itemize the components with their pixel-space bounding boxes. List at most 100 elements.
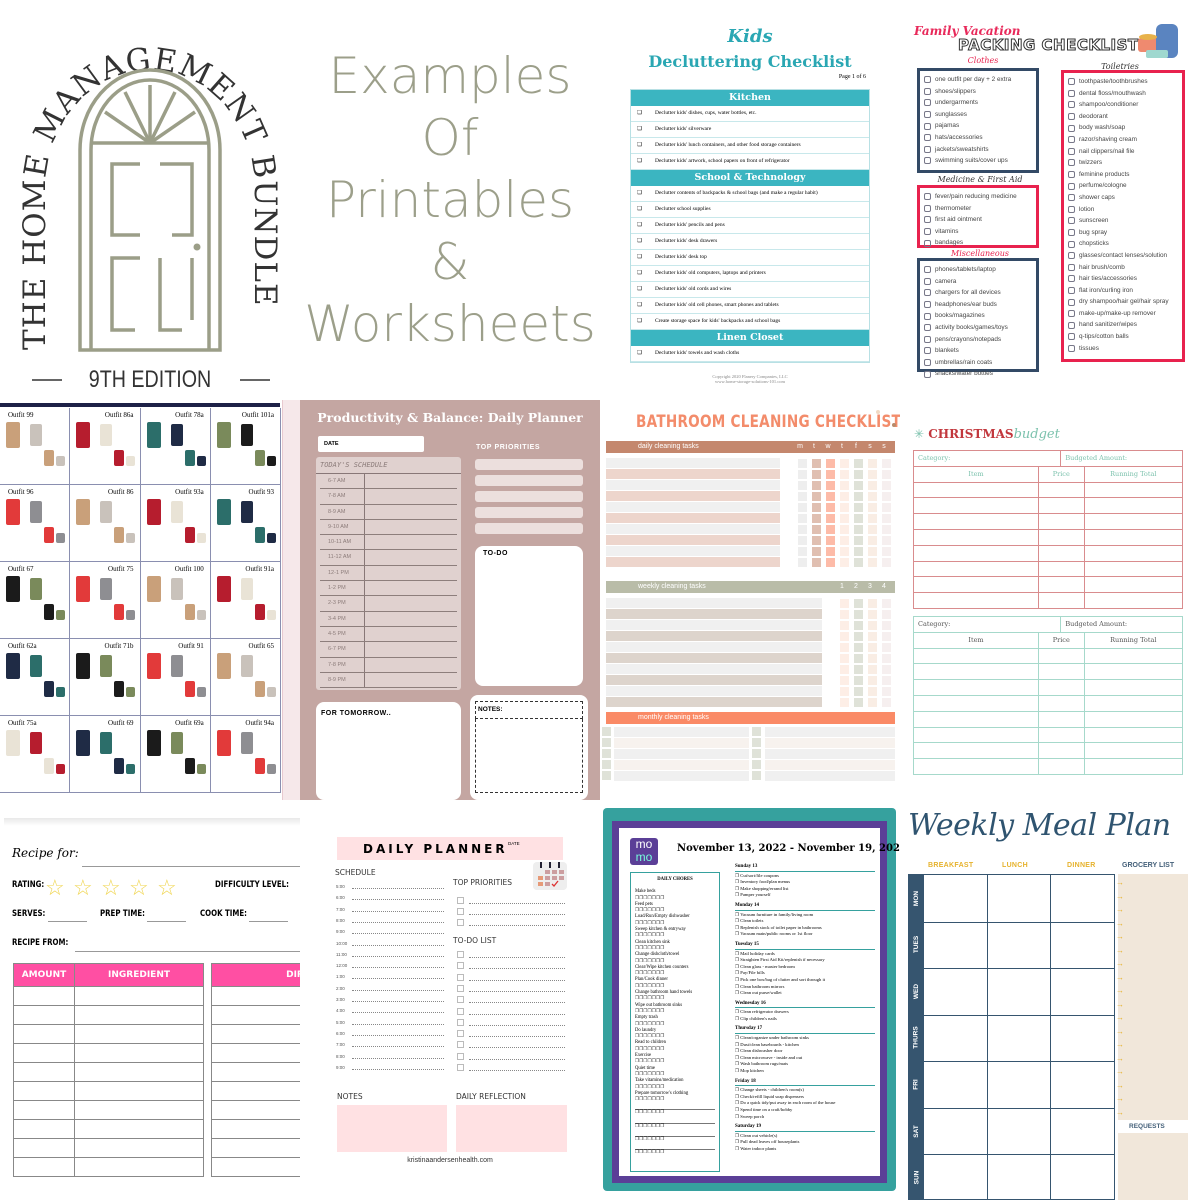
checkbox-icon[interactable]: ❏ bbox=[637, 282, 655, 297]
day-task[interactable]: ❐ Spend time on a craft/hobby bbox=[735, 1107, 875, 1114]
star-icon[interactable]: ☆ bbox=[157, 875, 177, 901]
task-row[interactable] bbox=[606, 609, 822, 619]
weekly-checkbox[interactable] bbox=[868, 665, 877, 674]
meal-cell[interactable] bbox=[924, 1154, 987, 1200]
direction-cell[interactable] bbox=[211, 1062, 300, 1082]
task-row[interactable] bbox=[606, 502, 780, 512]
packing-item[interactable]: perfume/cologne bbox=[1068, 180, 1178, 192]
daily-checkbox[interactable] bbox=[882, 514, 891, 523]
packing-item[interactable]: jackets/sweatshirts bbox=[924, 144, 1032, 156]
schedule-line[interactable] bbox=[352, 933, 444, 935]
checkbox-icon[interactable] bbox=[924, 266, 931, 274]
item-cell[interactable] bbox=[913, 726, 1039, 744]
daily-checkbox[interactable] bbox=[812, 492, 821, 501]
day-task[interactable]: ❐ Clean refrigerator drawers bbox=[735, 1009, 875, 1016]
outfit-cell[interactable]: Outfit 86 bbox=[70, 485, 141, 562]
item-cell[interactable] bbox=[913, 663, 1039, 681]
checkbox-icon[interactable] bbox=[924, 99, 931, 107]
price-cell[interactable] bbox=[1038, 513, 1085, 530]
daily-checkbox[interactable] bbox=[882, 536, 891, 545]
checkbox-icon[interactable]: ❏ bbox=[637, 218, 655, 233]
chore-checkboxes[interactable]: ❐❐❐❐❐❐❐ bbox=[635, 1097, 715, 1103]
checkbox-icon[interactable] bbox=[924, 312, 931, 320]
todo-checkbox[interactable] bbox=[457, 1030, 464, 1038]
todo-checkbox[interactable] bbox=[457, 996, 464, 1004]
direction-cell[interactable] bbox=[211, 1119, 300, 1139]
schedule-row[interactable]: 7-8 PM bbox=[320, 657, 457, 673]
daily-checkbox[interactable] bbox=[826, 470, 835, 479]
checkbox-icon[interactable]: ❏ bbox=[637, 346, 655, 361]
day-task[interactable]: ❐ Make shopping/errand list bbox=[735, 886, 875, 893]
weekly-checkbox[interactable] bbox=[840, 643, 849, 652]
daily-checkbox[interactable] bbox=[854, 558, 863, 567]
weekly-checkbox[interactable] bbox=[868, 643, 877, 652]
item-cell[interactable] bbox=[913, 647, 1039, 665]
total-cell[interactable] bbox=[1083, 481, 1184, 499]
ingredient-cell[interactable] bbox=[74, 986, 204, 1006]
amount-cell[interactable] bbox=[13, 1043, 75, 1063]
total-cell[interactable] bbox=[1083, 647, 1184, 665]
monthly-checkbox[interactable] bbox=[602, 738, 611, 747]
meal-cell[interactable] bbox=[1050, 1154, 1113, 1200]
task-row[interactable] bbox=[606, 546, 780, 556]
weekly-checkbox[interactable] bbox=[868, 676, 877, 685]
checklist-row[interactable]: ❏ Declutter kids' dishes, cups, water bot… bbox=[631, 106, 869, 122]
schedule-line[interactable] bbox=[352, 1046, 444, 1048]
monthly-checkbox[interactable] bbox=[752, 760, 761, 769]
schedule-row[interactable]: 4-5 PM bbox=[320, 626, 457, 643]
weekly-checkbox[interactable] bbox=[854, 632, 863, 641]
weekly-checkbox[interactable] bbox=[854, 698, 863, 707]
daily-checkbox[interactable] bbox=[868, 470, 877, 479]
total-cell[interactable] bbox=[1083, 742, 1184, 760]
blank-chore[interactable]: ❐❐❐❐❐❐❐ bbox=[635, 1109, 715, 1116]
packing-item[interactable]: undergarments bbox=[924, 97, 1032, 109]
daily-checkbox[interactable] bbox=[812, 525, 821, 534]
packing-item[interactable]: activity books/games/toys bbox=[924, 322, 1032, 334]
daily-checkbox[interactable] bbox=[854, 525, 863, 534]
packing-item[interactable]: lotion bbox=[1068, 204, 1178, 216]
weekly-checkbox[interactable] bbox=[868, 687, 877, 696]
amount-cell[interactable] bbox=[13, 1062, 75, 1082]
day-task[interactable]: ❐ Replenish stock of toilet paper in bat… bbox=[735, 925, 875, 932]
packing-item[interactable]: blankets bbox=[924, 345, 1032, 357]
schedule-line[interactable] bbox=[352, 910, 444, 912]
daily-checkbox[interactable] bbox=[812, 514, 821, 523]
todo-checkbox[interactable] bbox=[457, 973, 464, 981]
day-task[interactable]: ❐ Clean out vehicle(s) bbox=[735, 1133, 875, 1140]
packing-item[interactable]: bug spray bbox=[1068, 227, 1178, 239]
task-row[interactable] bbox=[614, 738, 749, 748]
task-row[interactable] bbox=[765, 749, 895, 759]
task-row[interactable] bbox=[765, 738, 895, 748]
schedule-row[interactable]: 3-4 PM bbox=[320, 611, 457, 627]
task-row[interactable] bbox=[606, 469, 780, 479]
checkbox-icon[interactable] bbox=[924, 193, 931, 201]
daily-checkbox[interactable] bbox=[798, 536, 807, 545]
packing-item[interactable]: chargers for all devices bbox=[924, 287, 1032, 299]
star-icon[interactable]: ☆ bbox=[73, 875, 93, 901]
daily-checkbox[interactable] bbox=[798, 470, 807, 479]
checkbox-icon[interactable] bbox=[924, 347, 931, 355]
daily-checkbox[interactable] bbox=[868, 492, 877, 501]
weekly-checkbox[interactable] bbox=[840, 687, 849, 696]
price-cell[interactable] bbox=[1038, 592, 1085, 609]
schedule-row[interactable]: 2-3 PM bbox=[320, 596, 457, 612]
day-task[interactable]: ❐ Pay/File bills bbox=[735, 970, 875, 977]
outfit-cell[interactable]: Outfit 100 bbox=[140, 562, 211, 639]
day-task[interactable]: ❐ Clean/organize under bathroom sinks bbox=[735, 1035, 875, 1042]
weekly-checkbox[interactable] bbox=[868, 632, 877, 641]
checkbox-icon[interactable] bbox=[924, 145, 931, 153]
schedule-line[interactable] bbox=[352, 1012, 444, 1014]
task-row[interactable] bbox=[614, 771, 749, 781]
daily-checkbox[interactable] bbox=[812, 470, 821, 479]
packing-item[interactable]: dental floss/mouthwash bbox=[1068, 88, 1178, 100]
task-row[interactable] bbox=[606, 557, 780, 567]
weekly-checkbox[interactable] bbox=[882, 687, 891, 696]
checklist-row[interactable]: ❏ Declutter kids' silverware bbox=[631, 122, 869, 138]
total-cell[interactable] bbox=[1083, 576, 1184, 594]
task-row[interactable] bbox=[765, 771, 895, 781]
item-cell[interactable] bbox=[913, 758, 1039, 775]
schedule-line[interactable] bbox=[352, 967, 444, 969]
checkbox-icon[interactable] bbox=[924, 204, 931, 212]
task-row[interactable] bbox=[606, 653, 822, 663]
weekly-checkbox[interactable] bbox=[854, 676, 863, 685]
